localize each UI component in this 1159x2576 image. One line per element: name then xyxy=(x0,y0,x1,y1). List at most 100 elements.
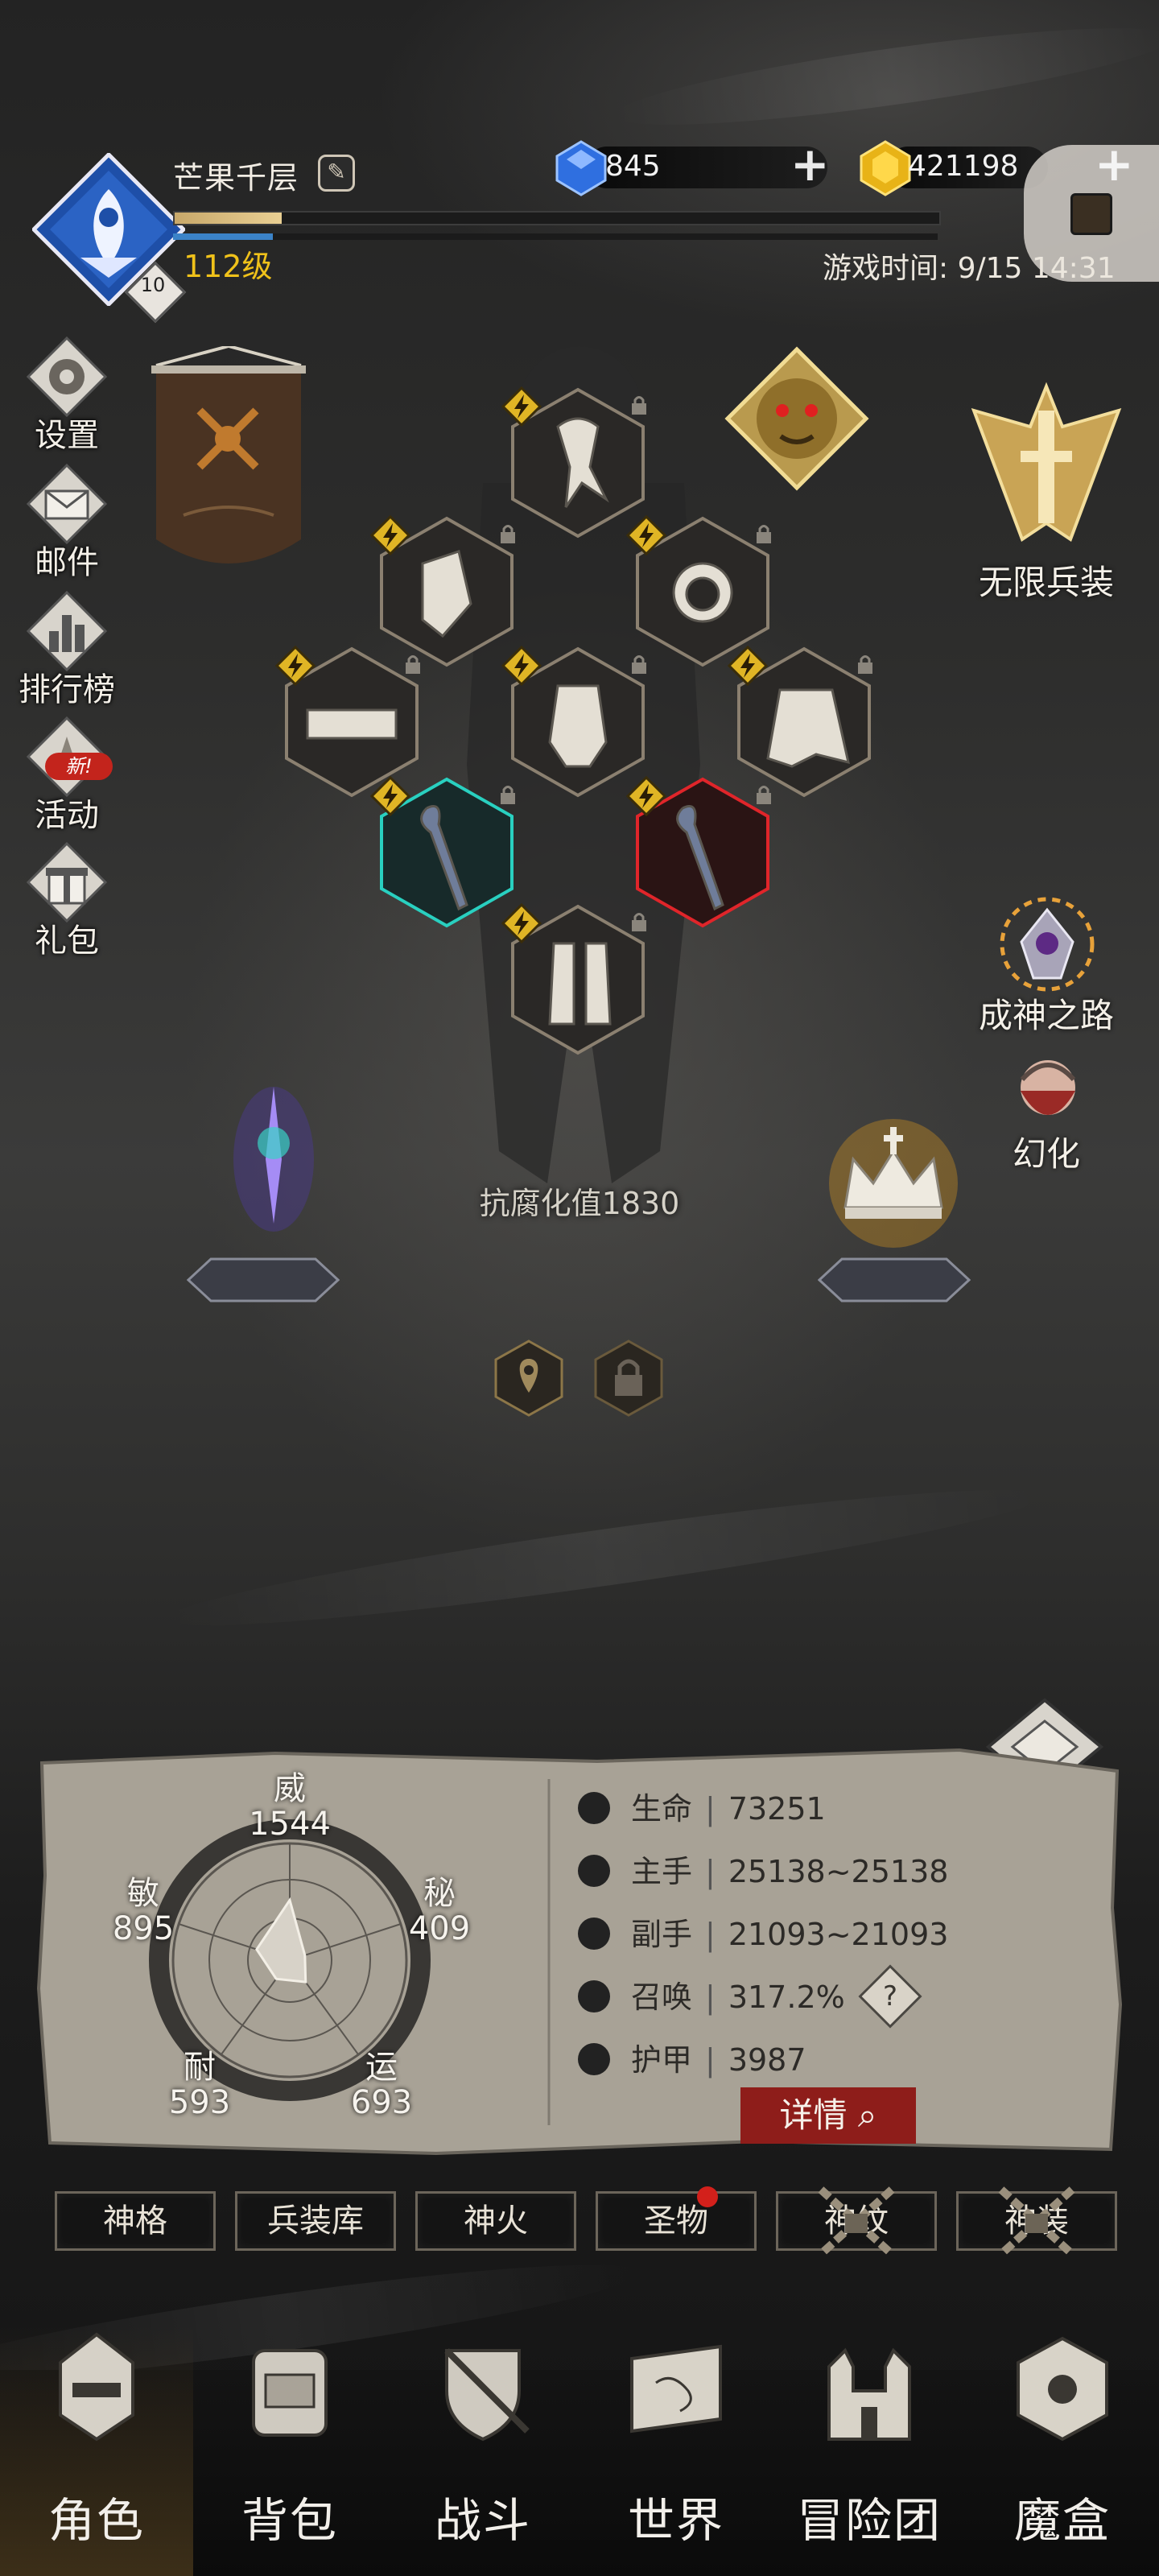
help-question-mark: ? xyxy=(882,1980,898,2013)
shield-icon xyxy=(444,2348,530,2442)
tab-armory[interactable]: 兵装库 xyxy=(235,2191,396,2251)
tab-divine-fire[interactable]: 神火 xyxy=(415,2191,576,2251)
offhand-icon xyxy=(578,1917,610,1950)
stat-line-name: 副手 xyxy=(631,1917,693,1952)
tab-divinity[interactable]: 神格 xyxy=(55,2191,216,2251)
stat-wei-label: 威 xyxy=(274,1770,306,1807)
edit-name-icon[interactable]: ✎ xyxy=(318,155,355,192)
stat-line-name: 生命 xyxy=(631,1791,693,1827)
infinite-gear-icon[interactable] xyxy=(958,378,1135,555)
stat-min-value: 895 xyxy=(112,1910,175,1947)
lightning-badge-icon xyxy=(275,646,316,686)
side-mail-button[interactable]: 邮件 xyxy=(14,463,119,581)
xp-bar xyxy=(173,211,941,225)
gift-icon xyxy=(26,841,108,923)
helmet-icon xyxy=(59,2332,134,2442)
nav-item-label: 背包 xyxy=(241,2493,338,2548)
nav-item-label: 角色 xyxy=(47,2493,145,2548)
new-tag: 新! xyxy=(45,753,113,780)
castle-icon xyxy=(827,2347,911,2441)
nav-item[interactable]: 冒险团 xyxy=(773,2326,966,2576)
stat-line-value: 73251 xyxy=(728,1791,826,1827)
slot-lock-icon xyxy=(632,396,646,415)
secondary-bar xyxy=(173,233,938,240)
lightning-badge-icon xyxy=(728,646,768,686)
slot-lock-icon xyxy=(858,655,872,674)
heart-icon xyxy=(578,1791,610,1824)
nav-item-label: 世界 xyxy=(627,2493,724,2548)
equipment-slot[interactable] xyxy=(370,776,515,929)
slot-lock-icon xyxy=(406,655,420,674)
lightning-badge-icon xyxy=(370,515,410,555)
stat-min-label: 敏 xyxy=(127,1875,159,1912)
transform-icon[interactable] xyxy=(1006,1051,1090,1134)
lightning-badge-icon xyxy=(626,515,666,555)
side-gift-button[interactable]: 礼包 xyxy=(14,841,119,960)
stat-line-mainhand: 主手 | 25138~25138 xyxy=(578,1847,948,1895)
lightning-badge-icon xyxy=(501,386,542,427)
equipment-slot[interactable] xyxy=(501,903,646,1056)
chain-lock-icon xyxy=(998,2186,1075,2257)
add-diamond-button[interactable]: + xyxy=(790,141,830,188)
stat-wei-value: 1544 xyxy=(249,1806,331,1843)
stat-line-offhand: 副手 | 21093~21093 xyxy=(578,1909,948,1958)
nav-item[interactable]: 魔盒 xyxy=(966,2326,1159,2576)
nav-item-label: 魔盒 xyxy=(1013,2493,1111,2548)
magic-box-icon xyxy=(1017,2336,1108,2442)
summon-icon xyxy=(578,1979,610,2013)
infinite-gear-label[interactable]: 无限兵装 xyxy=(950,555,1143,605)
transform-label[interactable]: 幻化 xyxy=(950,1127,1143,1176)
player-name: 芒果千层 xyxy=(173,160,299,196)
location-pin-icon[interactable] xyxy=(494,1340,563,1417)
slot-lock-icon xyxy=(757,525,771,543)
stat-yun: 运 693 xyxy=(325,2050,438,2120)
nav-item[interactable]: 角色 xyxy=(0,2326,193,2576)
path-to-godhood-label[interactable]: 成神之路 xyxy=(950,989,1143,1038)
add-gold-button[interactable]: + xyxy=(1095,141,1134,188)
stat-nai-value: 593 xyxy=(168,2084,231,2121)
detail-button-label: 详情 xyxy=(779,2095,848,2135)
stat-line-name: 主手 xyxy=(631,1854,693,1889)
lion-emblem-icon[interactable] xyxy=(724,346,869,491)
lightning-badge-icon xyxy=(370,776,410,816)
slot-lock-icon xyxy=(501,525,515,543)
stat-line-armor: 护甲 | 3987 xyxy=(578,2035,806,2083)
chain-lock-icon xyxy=(818,2186,895,2257)
slot-lock-icon xyxy=(632,655,646,674)
path-to-godhood-icon[interactable] xyxy=(996,894,1098,995)
slot-lock-icon xyxy=(501,786,515,804)
nav-item[interactable]: 背包 xyxy=(193,2326,386,2576)
stat-wei: 威 1544 xyxy=(233,1771,346,1842)
crown-icon[interactable] xyxy=(813,1095,974,1256)
map-scroll-icon xyxy=(630,2344,722,2434)
stat-line-value: 25138~25138 xyxy=(728,1854,949,1889)
lock-button-icon[interactable] xyxy=(594,1340,663,1417)
equipment-slot[interactable] xyxy=(626,776,771,929)
detail-button[interactable]: 详情 ⌕ xyxy=(740,2087,916,2144)
backpack-icon xyxy=(252,2349,328,2437)
slot-lock-icon xyxy=(757,786,771,804)
player-level: 112级 xyxy=(184,249,273,284)
gold-count: 421198 xyxy=(908,150,1019,183)
lightning-badge-icon xyxy=(501,646,542,686)
nav-item-label: 冒险团 xyxy=(796,2493,942,2548)
nav-item[interactable]: 战斗 xyxy=(386,2326,580,2576)
corner-menu-icon[interactable] xyxy=(1070,193,1112,235)
nav-item[interactable]: 世界 xyxy=(580,2326,773,2576)
avatar-level-badge-text: 10 xyxy=(140,274,166,296)
side-ranking-label: 排行榜 xyxy=(19,671,115,708)
tab-relic[interactable]: 圣物 xyxy=(596,2191,757,2251)
side-settings-button[interactable]: 设置 xyxy=(14,336,119,454)
relic-notification-dot xyxy=(697,2186,718,2207)
mail-icon xyxy=(26,463,108,545)
stat-mi: 秘 409 xyxy=(383,1876,496,1946)
stat-nai-label: 耐 xyxy=(184,2049,216,2086)
side-ranking-button[interactable]: 排行榜 xyxy=(14,590,119,708)
stat-mi-label: 秘 xyxy=(423,1875,456,1912)
game-time: 游戏时间: 9/15 14:31 xyxy=(823,252,1116,285)
gear-icon xyxy=(26,336,108,418)
stat-line-summon: 召唤 | 317.2% xyxy=(578,1972,845,2021)
stat-yun-label: 运 xyxy=(365,2049,398,2086)
guild-banner[interactable] xyxy=(151,346,306,580)
weapon-spirit-icon[interactable] xyxy=(217,1063,330,1240)
